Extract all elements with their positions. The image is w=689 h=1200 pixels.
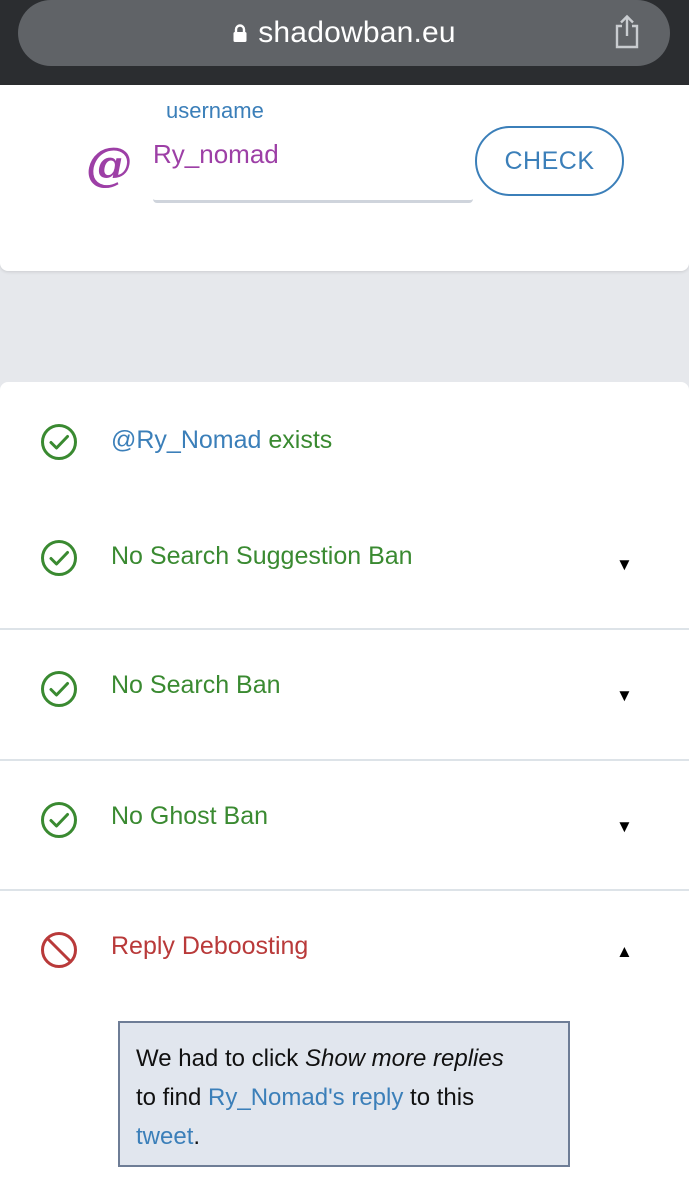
- collapse-caret-icon[interactable]: ▲: [616, 942, 633, 962]
- expand-caret-icon[interactable]: ▼: [616, 817, 633, 837]
- search-card: username @ CHECK: [0, 85, 689, 271]
- check-circle-icon: [39, 669, 79, 709]
- expand-caret-icon[interactable]: ▼: [616, 686, 633, 706]
- prohibited-icon: [39, 930, 79, 970]
- browser-toolbar: shadowban.eu: [0, 0, 689, 85]
- reply-deboosting-details: We had to click Show more replies to fin…: [118, 1021, 570, 1167]
- username-input[interactable]: [153, 137, 473, 203]
- check-circle-icon: [39, 800, 79, 840]
- result-label: No Search Suggestion Ban: [111, 542, 413, 570]
- address-bar[interactable]: shadowban.eu: [18, 0, 670, 66]
- detail-text: to this: [403, 1084, 475, 1111]
- result-label: Reply Deboosting: [111, 932, 309, 960]
- share-icon[interactable]: [612, 14, 642, 50]
- result-label: No Search Ban: [111, 671, 281, 699]
- check-button[interactable]: CHECK: [475, 126, 624, 196]
- detail-emphasis: Show more replies: [304, 1045, 504, 1072]
- tweet-link[interactable]: tweet: [136, 1123, 193, 1150]
- divider: [0, 889, 689, 891]
- username-link[interactable]: @Ry_Nomad: [111, 426, 261, 454]
- detail-text: .: [193, 1123, 201, 1150]
- detail-text: to find: [136, 1084, 209, 1111]
- detail-text: We had to click: [136, 1045, 305, 1072]
- divider: [0, 628, 689, 630]
- url-text: shadowban.eu: [258, 16, 456, 49]
- at-sign-icon: @: [86, 137, 132, 191]
- exists-text: exists: [268, 426, 333, 454]
- reply-link[interactable]: Ry_Nomad's reply: [208, 1084, 403, 1111]
- result-label-exists: @Ry_Nomad exists: [111, 426, 332, 455]
- result-label: No Ghost Ban: [111, 802, 269, 830]
- lock-icon: [232, 24, 248, 42]
- check-circle-icon: [39, 538, 79, 578]
- check-circle-icon: [39, 422, 79, 462]
- username-label: username: [166, 98, 264, 123]
- results-card: @Ry_Nomad exists No Search Suggestion Ba…: [0, 382, 689, 1200]
- divider: [0, 759, 689, 761]
- expand-caret-icon[interactable]: ▼: [616, 555, 633, 575]
- url-display[interactable]: shadowban.eu: [18, 14, 670, 52]
